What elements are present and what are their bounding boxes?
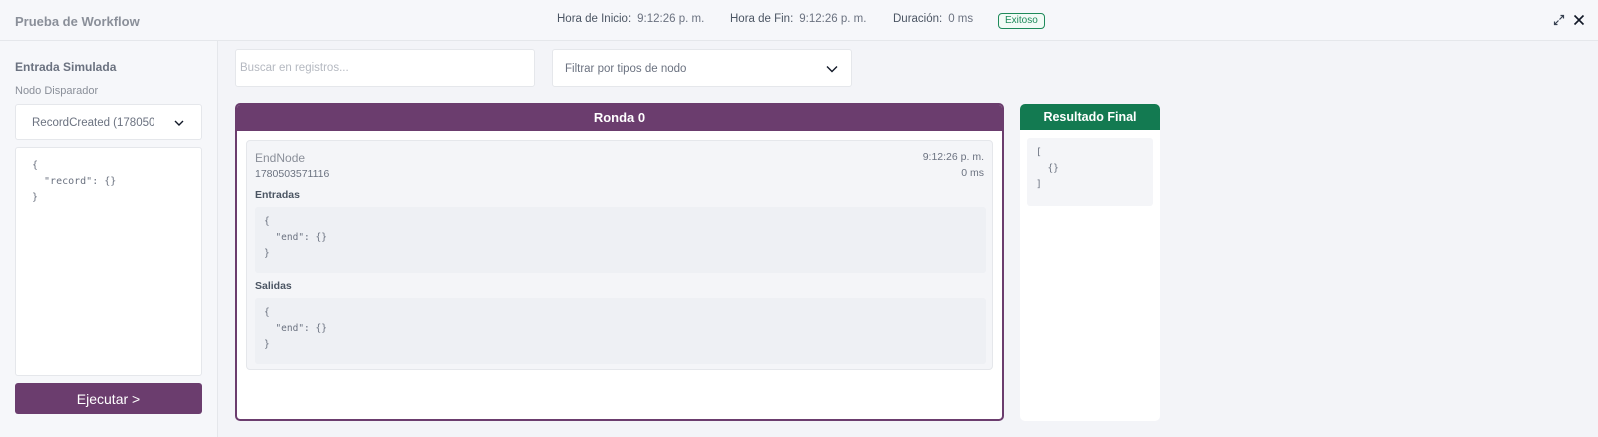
chevron-down-icon	[174, 120, 184, 126]
end-time: Hora de Fin: 9:12:26 p. m.	[730, 13, 866, 25]
final-result-title: Resultado Final	[1020, 104, 1160, 130]
node-type-filter-label: Filtrar por tipos de nodo	[565, 63, 687, 75]
node-duration: 0 ms	[961, 167, 984, 179]
final-result-panel: Resultado Final [ {} ]	[1020, 104, 1160, 421]
end-time-label: Hora de Fin:	[730, 13, 794, 25]
simulated-input-title: Entrada Simulada	[15, 60, 117, 74]
inputs-label: Entradas	[255, 189, 300, 201]
close-icon[interactable]	[1571, 12, 1587, 28]
node-id: 1780503571116	[255, 168, 330, 180]
status-badge: Exitoso	[998, 13, 1045, 29]
trigger-node-select[interactable]: RecordCreated (17805035	[15, 104, 202, 140]
start-time-label: Hora de Inicio:	[557, 13, 632, 25]
chevron-down-icon	[826, 66, 838, 73]
round-title: Ronda 0	[237, 105, 1002, 131]
trigger-node-label: Nodo Disparador	[15, 85, 99, 97]
start-time: Hora de Inicio: 9:12:26 p. m.	[557, 13, 704, 25]
node-log-card: EndNode 1780503571116 9:12:26 p. m. 0 ms…	[246, 140, 993, 370]
node-time: 9:12:26 p. m.	[922, 151, 984, 163]
duration-label: Duración:	[893, 13, 943, 25]
outputs-json: { "end": {} }	[255, 298, 986, 364]
page-title: Prueba de Workflow	[15, 14, 140, 29]
duration-value: 0 ms	[948, 13, 974, 25]
duration: Duración: 0 ms	[893, 13, 973, 25]
expand-icon[interactable]	[1551, 12, 1567, 28]
final-result-json: [ {} ]	[1027, 138, 1153, 206]
inputs-json: { "end": {} }	[255, 207, 986, 273]
simulated-input-panel: Entrada Simulada Nodo Disparador RecordC…	[0, 41, 218, 437]
run-button[interactable]: Ejecutar >	[15, 383, 202, 414]
search-input[interactable]	[235, 49, 535, 87]
header-bar: Prueba de Workflow Hora de Inicio: 9:12:2…	[0, 0, 1598, 41]
outputs-label: Salidas	[255, 280, 292, 292]
node-type-filter[interactable]: Filtrar por tipos de nodo	[552, 49, 852, 87]
input-json-editor[interactable]: { "record": {} }	[15, 147, 202, 376]
end-time-value: 9:12:26 p. m.	[799, 13, 867, 25]
round-panel: Ronda 0 EndNode 1780503571116 9:12:26 p.…	[235, 103, 1004, 421]
trigger-node-selected: RecordCreated (17805035	[32, 117, 154, 129]
start-time-value: 9:12:26 p. m.	[637, 13, 705, 25]
node-name: EndNode	[255, 151, 306, 165]
